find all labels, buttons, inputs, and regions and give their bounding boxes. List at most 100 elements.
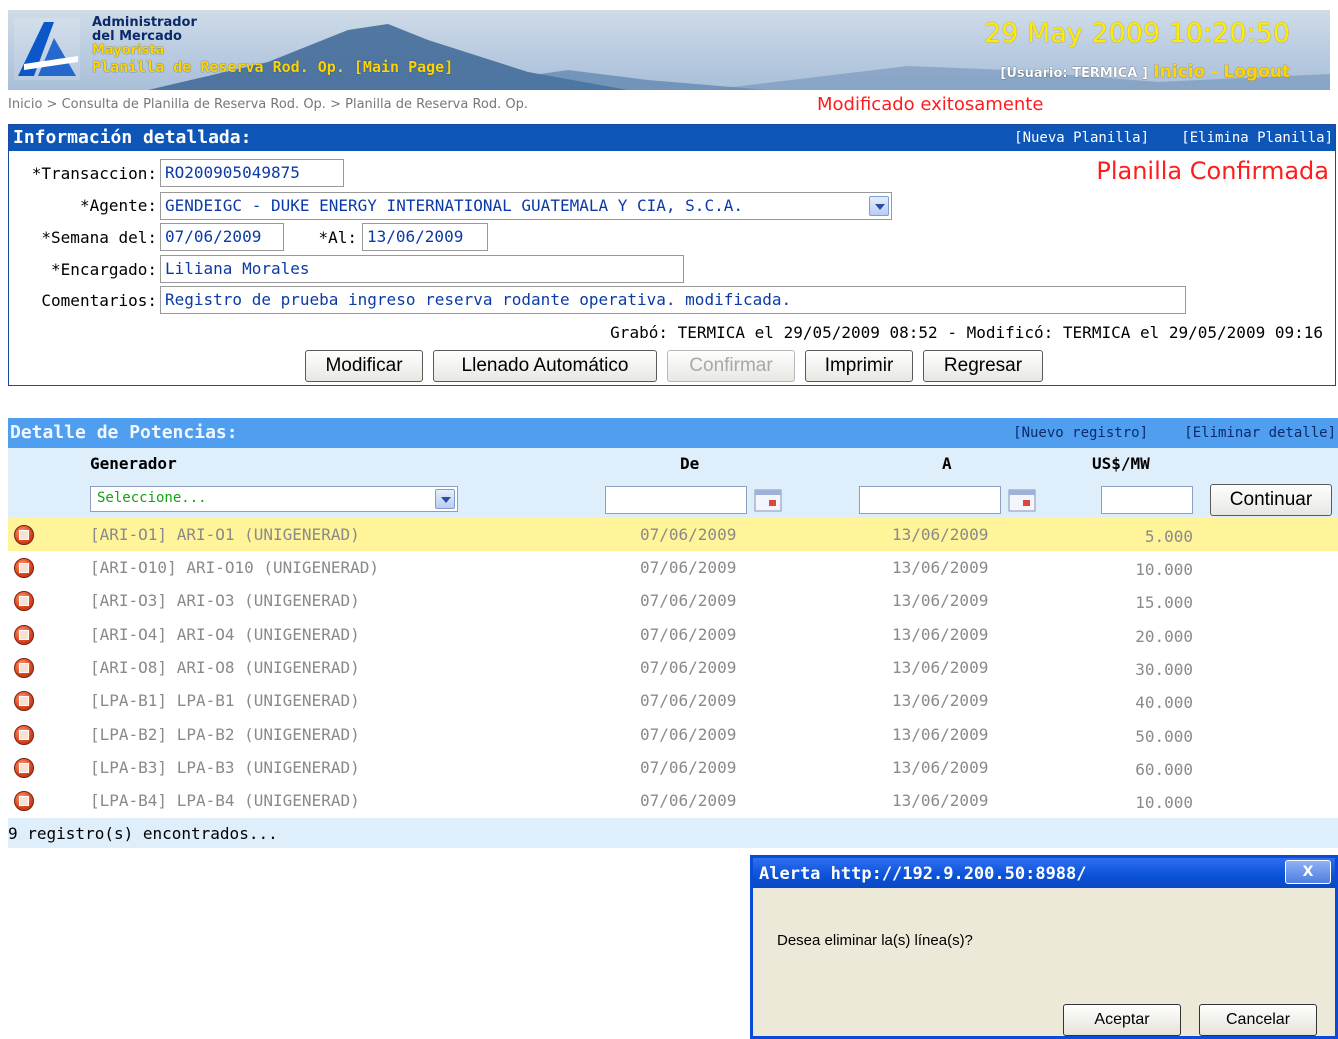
row-usmw: 50.000 [1135, 727, 1193, 746]
modificar-button[interactable]: Modificar [305, 350, 423, 382]
dialog-titlebar[interactable]: Alerta http://192.9.200.50:8988/ X [753, 858, 1335, 888]
breadcrumb-separator: > [46, 97, 58, 112]
row-a: 13/06/2009 [892, 691, 989, 710]
row-de: 07/06/2009 [640, 691, 737, 710]
dialog-title: Alerta http://192.9.200.50:8988/ [759, 864, 1087, 884]
agente-value: GENDEIGC - DUKE ENERGY INTERNATIONAL GUA… [165, 196, 743, 215]
close-icon[interactable]: X [1285, 860, 1331, 884]
breadcrumb-current: Planilla de Reserva Rod. Op. [345, 97, 528, 112]
delete-row-icon[interactable] [14, 591, 34, 611]
row-usmw: 5.000 [1144, 527, 1193, 546]
elimina-planilla-link[interactable]: [Elimina Planilla] [1181, 130, 1333, 146]
col-generador: Generador [90, 454, 177, 473]
row-a: 13/06/2009 [892, 725, 989, 744]
row-de: 07/06/2009 [640, 658, 737, 677]
org-name-line1: Administrador [92, 15, 197, 30]
delete-row-icon[interactable] [14, 525, 34, 545]
regresar-button[interactable]: Regresar [923, 350, 1043, 382]
nuevo-registro-link[interactable]: [Nuevo registro] [1013, 425, 1148, 441]
breadcrumb-consulta[interactable]: Consulta de Planilla de Reserva Rod. Op. [62, 97, 326, 112]
row-usmw: 30.000 [1135, 660, 1193, 679]
row-generador: [ARI-O1] ARI-O1 (UNIGENERAD) [90, 525, 360, 544]
confirmar-button[interactable]: Confirmar [667, 350, 795, 382]
potencias-title: Detalle de Potencias: [10, 422, 238, 443]
al-field[interactable]: 13/06/2009 [362, 223, 488, 251]
page-heading: Planilla de Reserva Rod. Op. [Main Page] [92, 58, 454, 76]
calendar-icon[interactable] [1008, 488, 1036, 512]
row-generador: [LPA-B2] LPA-B2 (UNIGENERAD) [90, 725, 360, 744]
nueva-planilla-link[interactable]: [Nueva Planilla] [1014, 130, 1149, 146]
aceptar-button[interactable]: Aceptar [1063, 1004, 1181, 1036]
row-a: 13/06/2009 [892, 758, 989, 777]
delete-row-icon[interactable] [14, 725, 34, 745]
transaccion-label: *Transaccion: [31, 164, 157, 183]
header-separator: - [1210, 62, 1218, 82]
user-area: [Usuario: TERMICA ] Inicio - Logout [1000, 62, 1290, 82]
row-generador: [ARI-O10] ARI-O10 (UNIGENERAD) [90, 558, 379, 577]
eliminar-detalle-link[interactable]: [Eliminar detalle] [1184, 425, 1336, 441]
delete-row-icon[interactable] [14, 691, 34, 711]
col-de: De [680, 454, 700, 473]
chevron-down-icon[interactable] [869, 196, 889, 216]
table-row: [LPA-B1] LPA-B1 (UNIGENERAD) 07/06/2009 … [8, 684, 1338, 717]
cancelar-button[interactable]: Cancelar [1199, 1004, 1317, 1036]
usmw-input[interactable] [1101, 486, 1193, 514]
row-a: 13/06/2009 [892, 558, 989, 577]
comentarios-label: Comentarios: [41, 291, 157, 310]
comentarios-field[interactable]: Registro de prueba ingreso reserva rodan… [160, 286, 1186, 314]
row-generador: [ARI-O4] ARI-O4 (UNIGENERAD) [90, 625, 360, 644]
delete-row-icon[interactable] [14, 558, 34, 578]
row-de: 07/06/2009 [640, 558, 737, 577]
table-row: [ARI-O4] ARI-O4 (UNIGENERAD) 07/06/2009 … [8, 618, 1338, 651]
inicio-link[interactable]: Inicio [1153, 62, 1205, 82]
row-count-bar: 9 registro(s) encontrados... [8, 818, 1338, 848]
potencias-header-bar: Detalle de Potencias: [Nuevo registro] [… [8, 418, 1338, 448]
breadcrumb-inicio[interactable]: Inicio [8, 97, 42, 112]
row-usmw: 10.000 [1135, 560, 1193, 579]
table-row: [ARI-O10] ARI-O10 (UNIGENERAD) 07/06/200… [8, 551, 1338, 584]
chevron-down-icon[interactable] [435, 489, 455, 509]
planilla-status: Planilla Confirmada [1096, 157, 1329, 185]
breadcrumb: Inicio > Consulta de Planilla de Reserva… [8, 97, 528, 112]
calendar-icon[interactable] [754, 488, 782, 512]
agente-select[interactable]: GENDEIGC - DUKE ENERGY INTERNATIONAL GUA… [160, 192, 892, 220]
table-row: [ARI-O3] ARI-O3 (UNIGENERAD) 07/06/2009 … [8, 584, 1338, 617]
table-row: [LPA-B4] LPA-B4 (UNIGENERAD) 07/06/2009 … [8, 784, 1338, 817]
row-a: 13/06/2009 [892, 658, 989, 677]
generador-select[interactable]: Seleccione... [90, 486, 458, 512]
logout-link[interactable]: Logout [1223, 62, 1290, 82]
generador-select-value: Seleccione... [97, 490, 207, 506]
row-usmw: 20.000 [1135, 627, 1193, 646]
encargado-field[interactable]: Liliana Morales [160, 255, 684, 283]
success-message: Modificado exitosamente [817, 94, 1044, 115]
dialog-message: Desea eliminar la(s) línea(s)? [777, 932, 973, 949]
row-de: 07/06/2009 [640, 758, 737, 777]
row-de: 07/06/2009 [640, 591, 737, 610]
continuar-button[interactable]: Continuar [1210, 484, 1332, 516]
de-date-input[interactable] [605, 486, 747, 514]
org-name-line2: del Mercado [92, 29, 182, 44]
delete-row-icon[interactable] [14, 791, 34, 811]
delete-row-icon[interactable] [14, 625, 34, 645]
semana-del-field[interactable]: 07/06/2009 [160, 223, 284, 251]
row-de: 07/06/2009 [640, 525, 737, 544]
imprimir-button[interactable]: Imprimir [805, 350, 913, 382]
llenado-automatico-button[interactable]: Llenado Automático [433, 350, 657, 382]
row-generador: [LPA-B4] LPA-B4 (UNIGENERAD) [90, 791, 360, 810]
a-date-input[interactable] [859, 486, 1001, 514]
datetime-display: 29 May 2009 10:20:50 [984, 18, 1290, 49]
encargado-label: *Encargado: [51, 260, 157, 279]
delete-row-icon[interactable] [14, 658, 34, 678]
audit-line: Grabó: TERMICA el 29/05/2009 08:52 - Mod… [610, 323, 1323, 342]
amm-logo-icon [14, 18, 80, 80]
user-label: [Usuario: TERMICA ] [1000, 66, 1148, 81]
transaccion-field[interactable]: RO200905049875 [160, 159, 344, 187]
delete-row-icon[interactable] [14, 758, 34, 778]
breadcrumb-separator: > [330, 97, 341, 112]
table-row: [LPA-B3] LPA-B3 (UNIGENERAD) 07/06/2009 … [8, 751, 1338, 784]
row-generador: [LPA-B1] LPA-B1 (UNIGENERAD) [90, 691, 360, 710]
detail-panel: Información detallada: [Nueva Planilla] … [8, 124, 1336, 386]
row-de: 07/06/2009 [640, 725, 737, 744]
col-a: A [942, 454, 952, 473]
row-de: 07/06/2009 [640, 625, 737, 644]
